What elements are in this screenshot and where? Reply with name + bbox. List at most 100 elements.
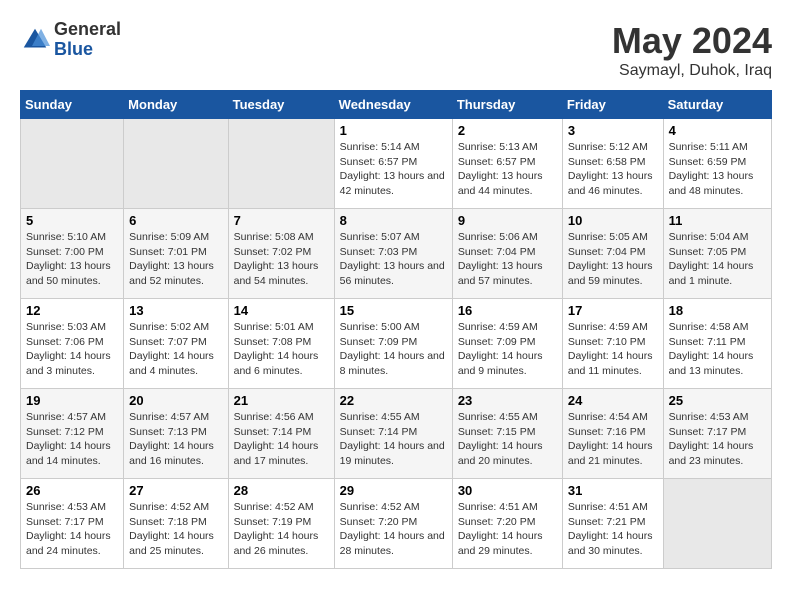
logo-icon [20,25,50,55]
logo-blue-text: Blue [54,40,121,60]
logo: General Blue [20,20,121,60]
day-info: Sunrise: 5:07 AMSunset: 7:03 PMDaylight:… [340,230,447,289]
day-info: Sunrise: 5:05 AMSunset: 7:04 PMDaylight:… [568,230,658,289]
day-info: Sunrise: 4:51 AMSunset: 7:21 PMDaylight:… [568,500,658,559]
day-number: 12 [26,303,118,318]
calendar-cell: 4 Sunrise: 5:11 AMSunset: 6:59 PMDaylight… [663,119,771,209]
day-number: 17 [568,303,658,318]
calendar-cell: 28 Sunrise: 4:52 AMSunset: 7:19 PMDayligh… [228,479,334,569]
calendar-cell: 26 Sunrise: 4:53 AMSunset: 7:17 PMDayligh… [21,479,124,569]
calendar-cell: 24Sunrise: 4:54 AMSunset: 7:16 PMDayligh… [562,389,663,479]
day-number: 21 [234,393,329,408]
day-number: 22 [340,393,447,408]
day-info: Sunrise: 5:06 AMSunset: 7:04 PMDaylight:… [458,230,557,289]
day-number: 19 [26,393,118,408]
calendar-cell: 13 Sunrise: 5:02 AMSunset: 7:07 PMDayligh… [124,299,228,389]
day-of-week-header: Sunday [21,91,124,119]
day-number: 16 [458,303,557,318]
day-number: 20 [129,393,222,408]
day-number: 11 [669,213,766,228]
day-info: Sunrise: 5:04 AMSunset: 7:05 PMDaylight:… [669,230,766,289]
day-info: Sunrise: 4:57 AMSunset: 7:12 PMDaylight:… [26,410,118,469]
day-info: Sunrise: 4:57 AMSunset: 7:13 PMDaylight:… [129,410,222,469]
month-title: May 2024 [612,20,772,62]
calendar-cell: 17 Sunrise: 4:59 AMSunset: 7:10 PMDayligh… [562,299,663,389]
day-info: Sunrise: 5:03 AMSunset: 7:06 PMDaylight:… [26,320,118,379]
calendar-cell: 20 Sunrise: 4:57 AMSunset: 7:13 PMDayligh… [124,389,228,479]
calendar-cell: 6Sunrise: 5:09 AMSunset: 7:01 PMDaylight… [124,209,228,299]
day-info: Sunrise: 4:56 AMSunset: 7:14 PMDaylight:… [234,410,329,469]
day-number: 15 [340,303,447,318]
day-of-week-header: Wednesday [334,91,452,119]
day-info: Sunrise: 4:53 AMSunset: 7:17 PMDaylight:… [669,410,766,469]
calendar-week-row: 26 Sunrise: 4:53 AMSunset: 7:17 PMDayligh… [21,479,772,569]
day-info: Sunrise: 4:52 AMSunset: 7:19 PMDaylight:… [234,500,329,559]
calendar-cell [124,119,228,209]
day-info: Sunrise: 4:53 AMSunset: 7:17 PMDaylight:… [26,500,118,559]
day-number: 9 [458,213,557,228]
day-number: 26 [26,483,118,498]
day-info: Sunrise: 5:02 AMSunset: 7:07 PMDaylight:… [129,320,222,379]
calendar-cell [228,119,334,209]
calendar-cell: 11 Sunrise: 5:04 AMSunset: 7:05 PMDayligh… [663,209,771,299]
location-title: Saymayl, Duhok, Iraq [612,62,772,80]
calendar-week-row: 12 Sunrise: 5:03 AMSunset: 7:06 PMDayligh… [21,299,772,389]
day-info: Sunrise: 5:14 AMSunset: 6:57 PMDaylight:… [340,140,447,199]
day-number: 10 [568,213,658,228]
calendar-cell: 12 Sunrise: 5:03 AMSunset: 7:06 PMDayligh… [21,299,124,389]
day-of-week-header: Saturday [663,91,771,119]
calendar-cell: 30Sunrise: 4:51 AMSunset: 7:20 PMDayligh… [452,479,562,569]
day-number: 3 [568,123,658,138]
calendar-cell [663,479,771,569]
calendar-cell: 10 Sunrise: 5:05 AMSunset: 7:04 PMDayligh… [562,209,663,299]
day-number: 5 [26,213,118,228]
day-info: Sunrise: 4:59 AMSunset: 7:09 PMDaylight:… [458,320,557,379]
calendar-cell: 16 Sunrise: 4:59 AMSunset: 7:09 PMDayligh… [452,299,562,389]
day-number: 23 [458,393,557,408]
day-info: Sunrise: 5:13 AMSunset: 6:57 PMDaylight:… [458,140,557,199]
day-number: 13 [129,303,222,318]
logo-text: General Blue [54,20,121,60]
calendar-table: SundayMondayTuesdayWednesdayThursdayFrid… [20,90,772,569]
logo-general: General [54,20,121,40]
day-info: Sunrise: 5:10 AMSunset: 7:00 PMDaylight:… [26,230,118,289]
calendar-cell: 8Sunrise: 5:07 AMSunset: 7:03 PMDaylight… [334,209,452,299]
calendar-cell: 15Sunrise: 5:00 AMSunset: 7:09 PMDayligh… [334,299,452,389]
day-info: Sunrise: 5:09 AMSunset: 7:01 PMDaylight:… [129,230,222,289]
day-info: Sunrise: 4:55 AMSunset: 7:15 PMDaylight:… [458,410,557,469]
page-header: General Blue May 2024 Saymayl, Duhok, Ir… [20,20,772,80]
day-info: Sunrise: 5:11 AMSunset: 6:59 PMDaylight:… [669,140,766,199]
day-number: 7 [234,213,329,228]
day-info: Sunrise: 4:52 AMSunset: 7:20 PMDaylight:… [340,500,447,559]
calendar-cell: 31 Sunrise: 4:51 AMSunset: 7:21 PMDayligh… [562,479,663,569]
day-number: 2 [458,123,557,138]
calendar-cell: 18Sunrise: 4:58 AMSunset: 7:11 PMDayligh… [663,299,771,389]
day-number: 4 [669,123,766,138]
calendar-cell: 3Sunrise: 5:12 AMSunset: 6:58 PMDaylight… [562,119,663,209]
day-number: 29 [340,483,447,498]
day-info: Sunrise: 4:58 AMSunset: 7:11 PMDaylight:… [669,320,766,379]
calendar-cell: 9 Sunrise: 5:06 AMSunset: 7:04 PMDaylight… [452,209,562,299]
calendar-cell: 5 Sunrise: 5:10 AMSunset: 7:00 PMDaylight… [21,209,124,299]
day-of-week-header: Thursday [452,91,562,119]
day-info: Sunrise: 4:54 AMSunset: 7:16 PMDaylight:… [568,410,658,469]
day-number: 1 [340,123,447,138]
calendar-cell: 25 Sunrise: 4:53 AMSunset: 7:17 PMDayligh… [663,389,771,479]
day-number: 31 [568,483,658,498]
calendar-cell: 27Sunrise: 4:52 AMSunset: 7:18 PMDayligh… [124,479,228,569]
day-of-week-header: Friday [562,91,663,119]
calendar-cell [21,119,124,209]
day-info: Sunrise: 4:59 AMSunset: 7:10 PMDaylight:… [568,320,658,379]
calendar-cell: 14Sunrise: 5:01 AMSunset: 7:08 PMDayligh… [228,299,334,389]
calendar-cell: 29 Sunrise: 4:52 AMSunset: 7:20 PMDayligh… [334,479,452,569]
day-number: 28 [234,483,329,498]
calendar-cell: 22 Sunrise: 4:55 AMSunset: 7:14 PMDayligh… [334,389,452,479]
calendar-week-row: 1 Sunrise: 5:14 AMSunset: 6:57 PMDaylight… [21,119,772,209]
day-number: 25 [669,393,766,408]
calendar-cell: 2 Sunrise: 5:13 AMSunset: 6:57 PMDaylight… [452,119,562,209]
calendar-cell: 1 Sunrise: 5:14 AMSunset: 6:57 PMDaylight… [334,119,452,209]
calendar-cell: 23 Sunrise: 4:55 AMSunset: 7:15 PMDayligh… [452,389,562,479]
day-info: Sunrise: 4:55 AMSunset: 7:14 PMDaylight:… [340,410,447,469]
day-number: 14 [234,303,329,318]
day-info: Sunrise: 4:52 AMSunset: 7:18 PMDaylight:… [129,500,222,559]
